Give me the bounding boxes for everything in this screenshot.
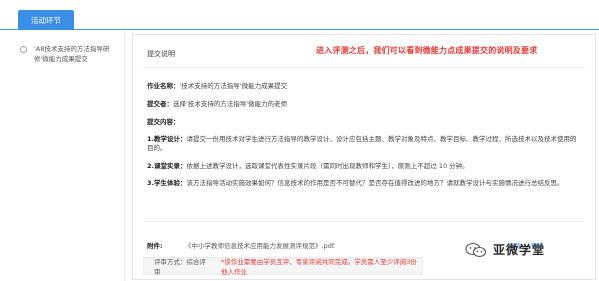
submitter-label: 提交者： <box>147 100 173 108</box>
item-label: 2.课堂实录： <box>147 162 187 170</box>
divider <box>143 221 585 222</box>
attachment-label: 附件: <box>147 242 163 250</box>
annotation-text: 进入评测之后，我们可以看到微能力点成果提交的说明及要求 <box>316 46 538 55</box>
item-text: 依据上述教学设计，选取课堂代表性实录片段（需同时出现教师和学生），原则上不超过 … <box>186 162 469 170</box>
evaluation-box: 评审方式：综合评审 *该作业需要由学员互评、专家评阅共同完成。学员需人至少评阅3… <box>143 257 423 276</box>
panel-title: 提交说明 <box>147 50 175 58</box>
work-name-label: 作业名称： <box>147 82 180 90</box>
attachment-file-name[interactable]: 《中小学教师信息技术应用能力发展测评规范》.pdf <box>185 240 334 250</box>
tab-bar: 活动环节 <box>0 0 599 30</box>
divider <box>143 67 585 68</box>
content-item-classroom-record: 2.课堂实录：依据上述教学设计，选取课堂代表性实录片段（需同时出现教师和学生），… <box>147 162 469 171</box>
item-text: 该方法指导活动实施效果如何？信息技术的作用是否不可替代？是否存在值得改进的地方？… <box>186 179 564 187</box>
content-item-student-experience: 3.学生体验：该方法指导活动实施效果如何？信息技术的作用是否不可替代？是否存在值… <box>147 179 583 188</box>
item-label: 3.学生体验： <box>147 179 187 187</box>
sidebar-item-submission[interactable]: 'A8技术支持的方法指导研修'微能力成果提交 <box>20 44 125 64</box>
content-heading: 提交内容： <box>147 118 180 126</box>
sidebar: 'A8技术支持的方法指导研修'微能力成果提交 <box>0 30 125 281</box>
item-text: 请提交一份用技术对学生进行方法指导的教学设计，设计应包括主题、教学对象及特点、教… <box>147 135 577 152</box>
evaluation-method: 评审方式：综合评审 <box>154 258 206 276</box>
content-item-teaching-design: 1.教学设计：请提交一份用技术对学生进行方法指导的教学设计，设计应包括主题、教学… <box>147 135 577 153</box>
attachment-row: 附件: 《中小学教师信息技术应用能力发展测评规范》.pdf <box>147 240 334 250</box>
watermark: 亚微学堂 <box>465 241 545 258</box>
submitter-row: 提交者：选择'技术支持的方法指导'微能力的老师 <box>147 100 287 109</box>
evaluation-note: *该作业需要由学员互评、专家评阅共同完成。学员需人至少评阅3份他人作业 <box>221 258 417 276</box>
radio-icon[interactable] <box>20 46 27 53</box>
item-label: 1.教学设计： <box>147 135 187 143</box>
work-name-value: '技术支持的方法指导'微能力成果提交 <box>179 82 288 90</box>
tab-activity-step[interactable]: 活动环节 <box>18 10 74 30</box>
submitter-value: 选择'技术支持的方法指导'微能力的老师 <box>173 100 288 108</box>
wechat-icon <box>465 242 487 257</box>
sidebar-item-label: 'A8技术支持的方法指导研修'微能力成果提交 <box>34 45 110 63</box>
work-name-row: 作业名称：'技术支持的方法指导'微能力成果提交 <box>147 82 287 91</box>
watermark-text: 亚微学堂 <box>493 243 546 257</box>
